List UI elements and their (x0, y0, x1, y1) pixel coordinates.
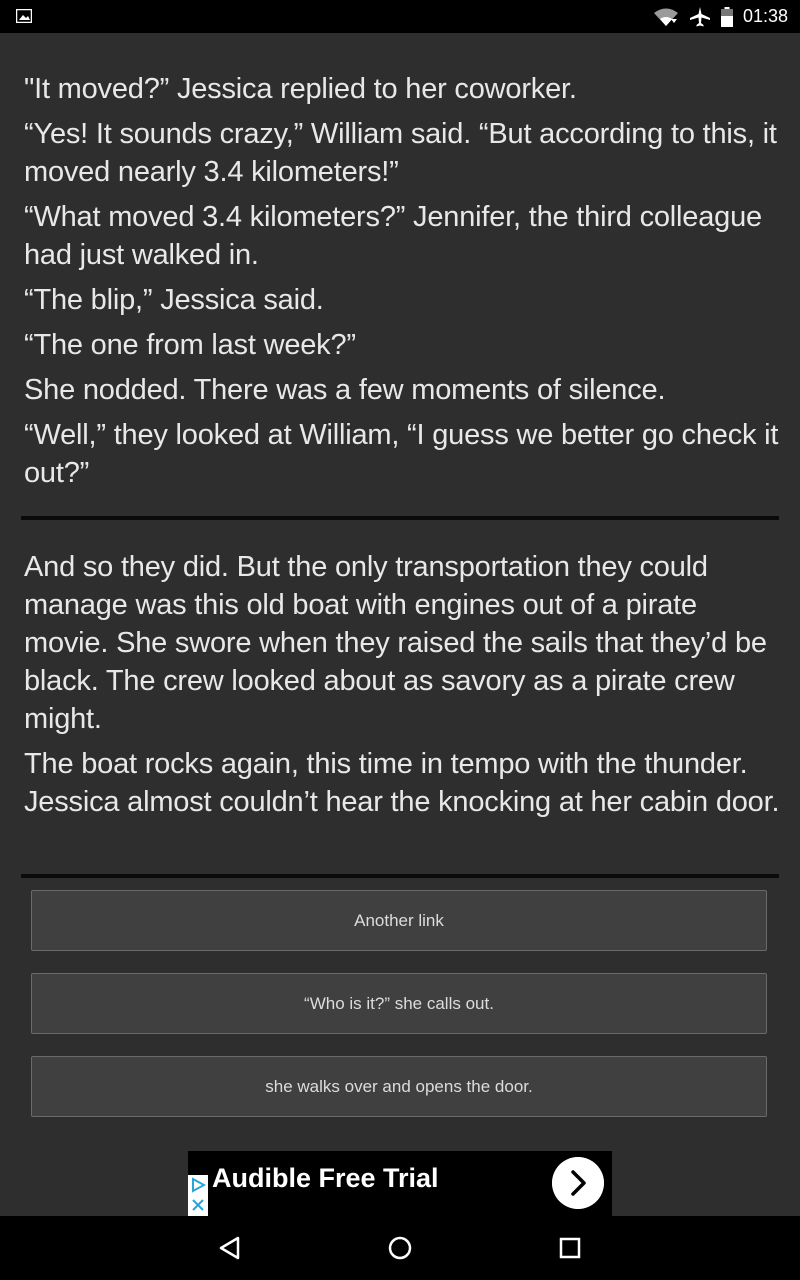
choice-button-another-link[interactable]: Another link (31, 890, 767, 951)
recents-icon[interactable] (556, 1234, 584, 1262)
airplane-icon (689, 6, 710, 26)
arrow-right-icon[interactable] (552, 1157, 604, 1209)
battery-icon (720, 6, 733, 27)
wifi-icon (653, 8, 678, 26)
story-paragraph: “What moved 3.4 kilometers?” Jennifer, t… (24, 201, 762, 271)
story-paragraph: The boat rocks again, this time in tempo… (24, 748, 780, 818)
navigation-bar (0, 1216, 800, 1280)
ad-close-icon[interactable] (190, 1197, 206, 1213)
story-paragraph: And so they did. But the only transporta… (24, 551, 767, 735)
home-icon[interactable] (386, 1234, 414, 1262)
story-paragraph: “The one from last week?” (24, 329, 356, 361)
choice-button-who-is-it[interactable]: “Who is it?” she calls out. (31, 973, 767, 1034)
choice-button-open-door[interactable]: she walks over and opens the door. (31, 1056, 767, 1117)
story-section-1: "It moved?” Jessica replied to her cowor… (24, 70, 780, 499)
status-bar: 01:38 (0, 0, 800, 33)
section-divider (21, 874, 779, 878)
status-time: 01:38 (742, 6, 788, 26)
story-paragraph: She nodded. There was a few moments of s… (24, 374, 666, 406)
back-icon[interactable] (216, 1234, 244, 1262)
ad-play-icon (192, 1177, 206, 1193)
ad-choices-badge[interactable] (188, 1175, 208, 1216)
ad-banner[interactable]: Audible Free Trial (188, 1151, 612, 1216)
story-paragraph: “The blip,” Jessica said. (24, 284, 324, 316)
image-icon (16, 9, 32, 23)
story-section-2: And so they did. But the only transporta… (24, 548, 780, 828)
ad-text[interactable]: Audible Free Trial (212, 1163, 439, 1194)
story-paragraph: “Yes! It sounds crazy,” William said. “B… (24, 118, 777, 188)
section-divider (21, 516, 779, 520)
story-paragraph: “Well,” they looked at William, “I guess… (24, 419, 779, 489)
story-paragraph: "It moved?” Jessica replied to her cowor… (24, 73, 577, 105)
